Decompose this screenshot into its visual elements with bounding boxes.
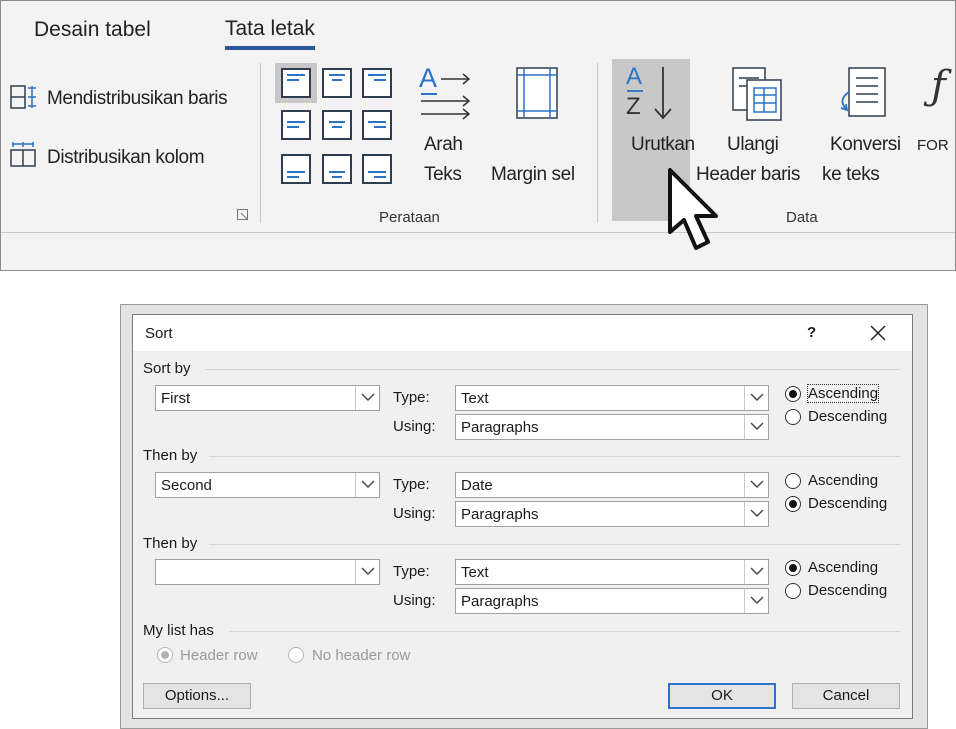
- no-header-row-radio[interactable]: [288, 647, 304, 663]
- sort-button[interactable]: A Z: [621, 63, 683, 125]
- then-by-2-descending-label[interactable]: Descending: [808, 582, 887, 599]
- then-by-using-dropdown[interactable]: Paragraphs: [455, 501, 769, 527]
- cell-margin-icon: [516, 67, 558, 119]
- chevron-down-icon[interactable]: [355, 560, 379, 584]
- using-label: Using:: [393, 505, 436, 522]
- tab-desain-tabel[interactable]: Desain tabel: [34, 18, 151, 42]
- alignment-group-label: Perataan: [379, 209, 440, 226]
- tab-tata-letak[interactable]: Tata letak: [225, 17, 315, 41]
- then-by-ascending-radio[interactable]: [785, 473, 801, 489]
- chevron-down-icon[interactable]: [355, 473, 379, 497]
- cancel-button[interactable]: Cancel: [792, 683, 900, 709]
- then-by-ascending-label[interactable]: Ascending: [808, 472, 878, 489]
- then-by-label: Then by: [143, 447, 198, 464]
- distribute-cols-label[interactable]: Distribusikan kolom: [47, 147, 205, 169]
- convert-button[interactable]: [835, 66, 891, 124]
- then-by-type-dropdown[interactable]: Date: [455, 472, 769, 498]
- then-by-2-ascending-label[interactable]: Ascending: [808, 559, 878, 576]
- ribbon-separator: [260, 63, 261, 223]
- then-by-2-type-dropdown[interactable]: Text: [455, 559, 769, 585]
- text-direction-label-1[interactable]: Arah: [424, 134, 463, 156]
- chevron-down-icon[interactable]: [744, 502, 768, 526]
- chevron-down-icon[interactable]: [744, 415, 768, 439]
- options-button[interactable]: Options...: [143, 683, 251, 709]
- ribbon-separator-2: [597, 63, 598, 223]
- sort-by-ascending-radio[interactable]: [785, 386, 801, 402]
- distribute-rows-icon: [10, 85, 36, 109]
- my-list-has-label: My list has: [143, 622, 214, 639]
- repeat-header-button[interactable]: [731, 66, 785, 124]
- section-divider: [205, 369, 900, 370]
- sort-label[interactable]: Urutkan: [631, 134, 695, 156]
- then-by-2-descending-radio[interactable]: [785, 583, 801, 599]
- then-by-descending-radio[interactable]: [785, 496, 801, 512]
- cell-margin-label[interactable]: Margin sel: [491, 164, 575, 186]
- align-bottom-right-button[interactable]: [362, 154, 392, 184]
- using-label: Using:: [393, 592, 436, 609]
- repeat-header-rows-icon: [732, 67, 782, 121]
- distribute-columns-icon: [10, 142, 36, 167]
- align-top-right-button[interactable]: [362, 68, 392, 98]
- using-label: Using:: [393, 418, 436, 435]
- active-tab-indicator: [225, 46, 315, 50]
- data-group-label: Data: [786, 209, 818, 226]
- no-header-row-label[interactable]: No header row: [312, 647, 410, 664]
- align-bottom-center-button[interactable]: [322, 154, 352, 184]
- then-by-2-label: Then by: [143, 535, 198, 552]
- section-divider: [209, 544, 900, 545]
- chevron-down-icon[interactable]: [744, 589, 768, 613]
- dialog-launcher-icon[interactable]: [237, 208, 249, 220]
- ok-button[interactable]: OK: [668, 683, 776, 709]
- close-icon[interactable]: [869, 324, 887, 342]
- text-direction-label-2[interactable]: Teks: [424, 164, 462, 186]
- chevron-down-icon[interactable]: [744, 473, 768, 497]
- type-label: Type:: [393, 476, 430, 493]
- formula-icon[interactable]: ƒ: [931, 63, 946, 109]
- convert-to-text-icon: [840, 67, 886, 117]
- sort-by-descending-label[interactable]: Descending: [808, 408, 887, 425]
- chevron-down-icon[interactable]: [744, 386, 768, 410]
- sort-by-field-dropdown[interactable]: First: [155, 385, 380, 411]
- help-button[interactable]: ?: [807, 324, 816, 341]
- header-row-radio[interactable]: [157, 647, 173, 663]
- sort-dialog: Sort ? Sort by First Type: Text Using: P…: [132, 314, 913, 719]
- section-divider: [209, 456, 900, 457]
- align-top-center-button[interactable]: [322, 68, 352, 98]
- then-by-2-field-dropdown[interactable]: [155, 559, 380, 585]
- sort-by-label: Sort by: [143, 360, 191, 377]
- cell-margin-button[interactable]: [515, 66, 561, 122]
- align-middle-center-button[interactable]: [322, 110, 352, 140]
- formula-label[interactable]: FOR: [917, 137, 949, 154]
- ribbon-bottom-divider: [1, 232, 955, 233]
- then-by-field-dropdown[interactable]: Second: [155, 472, 380, 498]
- then-by-2-using-dropdown[interactable]: Paragraphs: [455, 588, 769, 614]
- sort-by-using-dropdown[interactable]: Paragraphs: [455, 414, 769, 440]
- ribbon: Desain tabel Tata letak Mendistribusikan…: [0, 0, 956, 271]
- then-by-2-ascending-radio[interactable]: [785, 560, 801, 576]
- convert-label-1[interactable]: Konversi: [830, 134, 901, 156]
- dialog-title: Sort: [145, 325, 173, 342]
- chevron-down-icon[interactable]: [355, 386, 379, 410]
- sort-by-descending-radio[interactable]: [785, 409, 801, 425]
- align-top-left-button[interactable]: [281, 68, 311, 98]
- align-bottom-left-button[interactable]: [281, 154, 311, 184]
- sort-by-type-dropdown[interactable]: Text: [455, 385, 769, 411]
- text-direction-button[interactable]: A: [417, 63, 477, 125]
- then-by-descending-label[interactable]: Descending: [808, 495, 887, 512]
- section-divider: [229, 631, 900, 632]
- align-middle-right-button[interactable]: [362, 110, 392, 140]
- distribute-rows-label[interactable]: Mendistribusikan baris: [47, 88, 228, 110]
- sort-by-ascending-label[interactable]: Ascending: [806, 384, 880, 403]
- align-middle-left-button[interactable]: [281, 110, 311, 140]
- distribute-cols-button[interactable]: [10, 142, 38, 168]
- type-label: Type:: [393, 389, 430, 406]
- repeat-header-label-1[interactable]: Ulangi: [727, 134, 779, 156]
- header-row-label[interactable]: Header row: [180, 647, 258, 664]
- convert-label-2[interactable]: ke teks: [822, 164, 880, 186]
- dialog-titlebar: [133, 315, 912, 351]
- distribute-rows-button[interactable]: [10, 85, 38, 111]
- type-label: Type:: [393, 563, 430, 580]
- mouse-pointer-icon: [664, 166, 734, 263]
- chevron-down-icon[interactable]: [744, 560, 768, 584]
